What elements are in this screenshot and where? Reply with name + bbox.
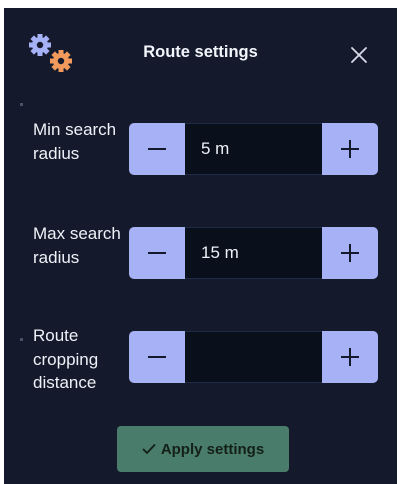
max-search-radius-stepper [129, 227, 378, 279]
field-label: Min search radius [33, 120, 117, 163]
apply-settings-button[interactable]: Apply settings [117, 426, 289, 472]
decorative-dot [20, 103, 23, 106]
minus-icon [148, 252, 166, 254]
field-row-min-search-radius: Min search radius [4, 118, 397, 186]
panel-header: Route settings [4, 8, 397, 100]
check-icon [142, 444, 156, 454]
decrement-button[interactable] [129, 123, 185, 175]
decrement-button[interactable] [129, 331, 185, 383]
increment-button[interactable] [322, 227, 378, 279]
min-search-radius-input[interactable] [185, 123, 322, 175]
min-search-radius-stepper [129, 123, 378, 175]
field-label: Max search radius [33, 224, 121, 267]
panel-title: Route settings [143, 43, 258, 61]
minus-icon [148, 148, 166, 150]
max-search-radius-input[interactable] [185, 227, 322, 279]
route-cropping-distance-input[interactable] [185, 331, 322, 383]
field-label: Route cropping distance [33, 326, 99, 392]
close-icon[interactable] [348, 44, 370, 66]
route-cropping-distance-stepper [129, 331, 378, 383]
field-row-max-search-radius: Max search radius [4, 222, 397, 290]
decrement-button[interactable] [129, 227, 185, 279]
plus-icon [341, 348, 359, 366]
minus-icon [148, 356, 166, 358]
increment-button[interactable] [322, 331, 378, 383]
plus-icon [341, 244, 359, 262]
plus-icon [341, 140, 359, 158]
apply-settings-label: Apply settings [160, 440, 265, 458]
route-settings-panel: Route settings Min search radius 5 m Max… [4, 8, 397, 484]
increment-button[interactable] [322, 123, 378, 175]
field-row-route-cropping-distance: Route cropping distance [4, 324, 397, 392]
